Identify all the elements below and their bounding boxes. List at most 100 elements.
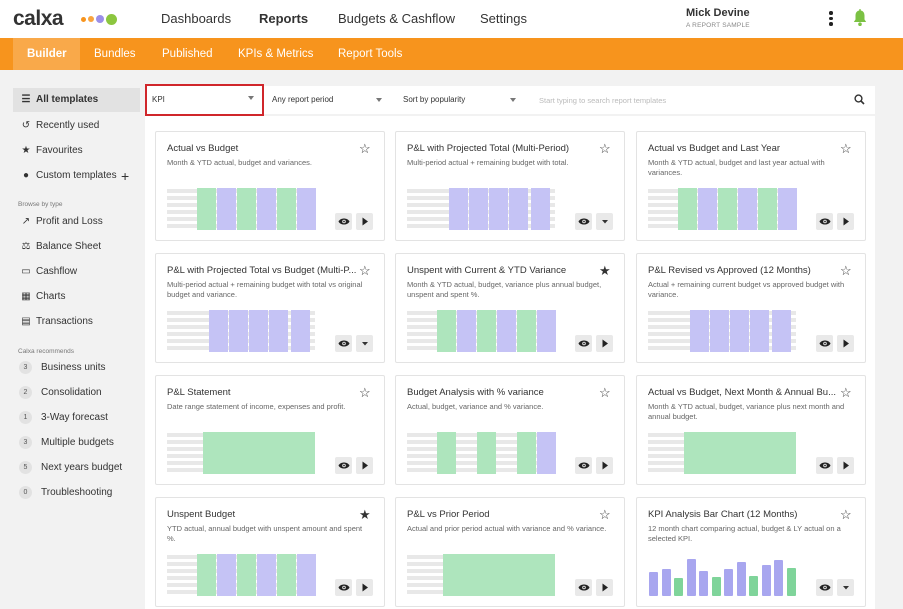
favourite-star-icon[interactable]: ☆	[840, 386, 852, 399]
sort-select[interactable]: Sort by popularity	[396, 86, 526, 114]
options-dropdown-button[interactable]	[356, 335, 373, 352]
sub-navigation-bar: Builder Bundles Published KPIs & Metrics…	[0, 38, 903, 70]
sidebar-item-label: Profit and Loss	[36, 216, 103, 227]
run-report-button[interactable]	[356, 579, 373, 596]
template-card[interactable]: P&L with Projected Total vs Budget (Mult…	[155, 253, 385, 363]
sidebar-profit-and-loss[interactable]: ↗ Profit and Loss	[13, 210, 140, 234]
recommend-label: Consolidation	[41, 387, 102, 398]
nav-budgets-cashflow[interactable]: Budgets & Cashflow	[338, 11, 455, 26]
run-report-button[interactable]	[837, 213, 854, 230]
favourite-star-icon[interactable]: ☆	[840, 264, 852, 277]
favourite-star-filled-icon[interactable]: ★	[359, 508, 371, 521]
preview-eye-button[interactable]	[816, 213, 833, 230]
recommend-multiple-budgets[interactable]: 3 Multiple budgets	[13, 431, 140, 455]
search-icon[interactable]	[854, 94, 865, 108]
recommend-troubleshooting[interactable]: 0 Troubleshooting	[13, 481, 140, 505]
run-report-button[interactable]	[837, 335, 854, 352]
preview-column	[197, 554, 216, 596]
sidebar-recently-used[interactable]: ↺ Recently used	[13, 114, 140, 138]
preview-column	[297, 554, 316, 596]
sidebar-favourites[interactable]: ★ Favourites	[13, 139, 140, 163]
sidebar-all-templates[interactable]: ☰ All templates	[13, 88, 140, 112]
eye-icon	[578, 584, 589, 591]
subnav-published[interactable]: Published	[148, 38, 227, 70]
template-card[interactable]: KPI Analysis Bar Chart (12 Months) 12 mon…	[636, 497, 866, 607]
template-card[interactable]: Actual vs Budget and Last Year Month & YT…	[636, 131, 866, 241]
favourite-star-icon[interactable]: ☆	[840, 508, 852, 521]
template-preview	[648, 554, 798, 596]
preview-column	[257, 554, 276, 596]
nav-reports[interactable]: Reports	[259, 11, 308, 26]
subnav-bundles[interactable]: Bundles	[80, 38, 150, 70]
recommend-business-units[interactable]: 3 Business units	[13, 356, 140, 380]
notification-bell-icon[interactable]	[852, 9, 868, 30]
recommend-label: Multiple budgets	[41, 437, 114, 448]
template-card[interactable]: P&L Statement Date range statement of inc…	[155, 375, 385, 485]
favourite-star-icon[interactable]: ☆	[599, 508, 611, 521]
template-preview	[407, 554, 557, 596]
recommend-consolidation[interactable]: 2 Consolidation	[13, 381, 140, 405]
subnav-builder[interactable]: Builder	[13, 38, 80, 70]
template-card[interactable]: P&L vs Prior Period Actual and prior peri…	[395, 497, 625, 607]
preview-eye-button[interactable]	[335, 457, 352, 474]
count-badge: 3	[19, 435, 32, 449]
preview-column	[443, 554, 555, 596]
preview-eye-button[interactable]	[335, 213, 352, 230]
run-report-button[interactable]	[596, 579, 613, 596]
browse-by-type-heading: Browse by type	[18, 201, 63, 208]
options-dropdown-button[interactable]	[596, 213, 613, 230]
template-card[interactable]: Actual vs Budget Month & YTD actual, budg…	[155, 131, 385, 241]
template-card[interactable]: Unspent with Current & YTD Variance Month…	[395, 253, 625, 363]
nav-settings[interactable]: Settings	[480, 11, 527, 26]
subnav-kpis-metrics[interactable]: KPIs & Metrics	[224, 38, 327, 70]
transactions-icon: ▤	[21, 316, 31, 327]
preview-column	[758, 188, 777, 230]
sidebar-balance-sheet[interactable]: ⚖ Balance Sheet	[13, 235, 140, 259]
run-report-button[interactable]	[356, 457, 373, 474]
preview-eye-button[interactable]	[816, 579, 833, 596]
report-period-select[interactable]: Any report period	[265, 86, 392, 114]
recommend-3-way-forecast[interactable]: 1 3-Way forecast	[13, 406, 140, 430]
favourite-star-icon[interactable]: ☆	[359, 142, 371, 155]
card-title: Budget Analysis with % variance	[407, 387, 544, 398]
user-name[interactable]: Mick Devine	[686, 7, 750, 19]
options-dropdown-button[interactable]	[837, 579, 854, 596]
nav-dashboards[interactable]: Dashboards	[161, 11, 231, 26]
calxa-logo[interactable]: calxa	[13, 7, 64, 31]
subnav-report-tools[interactable]: Report Tools	[324, 38, 416, 70]
preview-eye-button[interactable]	[575, 457, 592, 474]
sidebar-charts[interactable]: ▦ Charts	[13, 285, 140, 309]
template-card[interactable]: P&L with Projected Total (Multi-Period) M…	[395, 131, 625, 241]
favourite-star-icon[interactable]: ☆	[359, 264, 371, 277]
run-report-button[interactable]	[596, 457, 613, 474]
recommend-next-years-budget[interactable]: 5 Next years budget	[13, 456, 140, 480]
preview-eye-button[interactable]	[575, 579, 592, 596]
favourite-star-icon[interactable]: ☆	[359, 386, 371, 399]
kpi-filter-select[interactable]: KPI	[145, 84, 264, 116]
template-card[interactable]: Unspent Budget YTD actual, annual budget …	[155, 497, 385, 607]
add-custom-template-icon[interactable]: +	[121, 168, 129, 184]
template-card[interactable]: P&L Revised vs Approved (12 Months) Actua…	[636, 253, 866, 363]
sidebar-transactions[interactable]: ▤ Transactions	[13, 310, 140, 334]
run-report-button[interactable]	[596, 335, 613, 352]
preview-eye-button[interactable]	[575, 335, 592, 352]
favourite-star-icon[interactable]: ☆	[840, 142, 852, 155]
preview-eye-button[interactable]	[816, 457, 833, 474]
sidebar-cashflow[interactable]: ▭ Cashflow	[13, 260, 140, 284]
preview-eye-button[interactable]	[816, 335, 833, 352]
template-card[interactable]: Budget Analysis with % variance Actual, b…	[395, 375, 625, 485]
template-search-input[interactable]	[529, 86, 847, 114]
recommend-label: Troubleshooting	[41, 487, 113, 498]
template-card[interactable]: Actual vs Budget, Next Month & Annual Bu…	[636, 375, 866, 485]
preview-eye-button[interactable]	[575, 213, 592, 230]
kebab-menu-icon[interactable]	[829, 11, 833, 28]
run-report-button[interactable]	[356, 213, 373, 230]
favourite-star-icon[interactable]: ☆	[599, 386, 611, 399]
preview-eye-button[interactable]	[335, 335, 352, 352]
favourite-star-icon[interactable]: ☆	[599, 142, 611, 155]
recommend-label: Business units	[41, 362, 106, 373]
run-report-button[interactable]	[837, 457, 854, 474]
calxa-recommends-heading: Calxa recommends	[18, 348, 74, 355]
favourite-star-filled-icon[interactable]: ★	[599, 264, 611, 277]
preview-eye-button[interactable]	[335, 579, 352, 596]
